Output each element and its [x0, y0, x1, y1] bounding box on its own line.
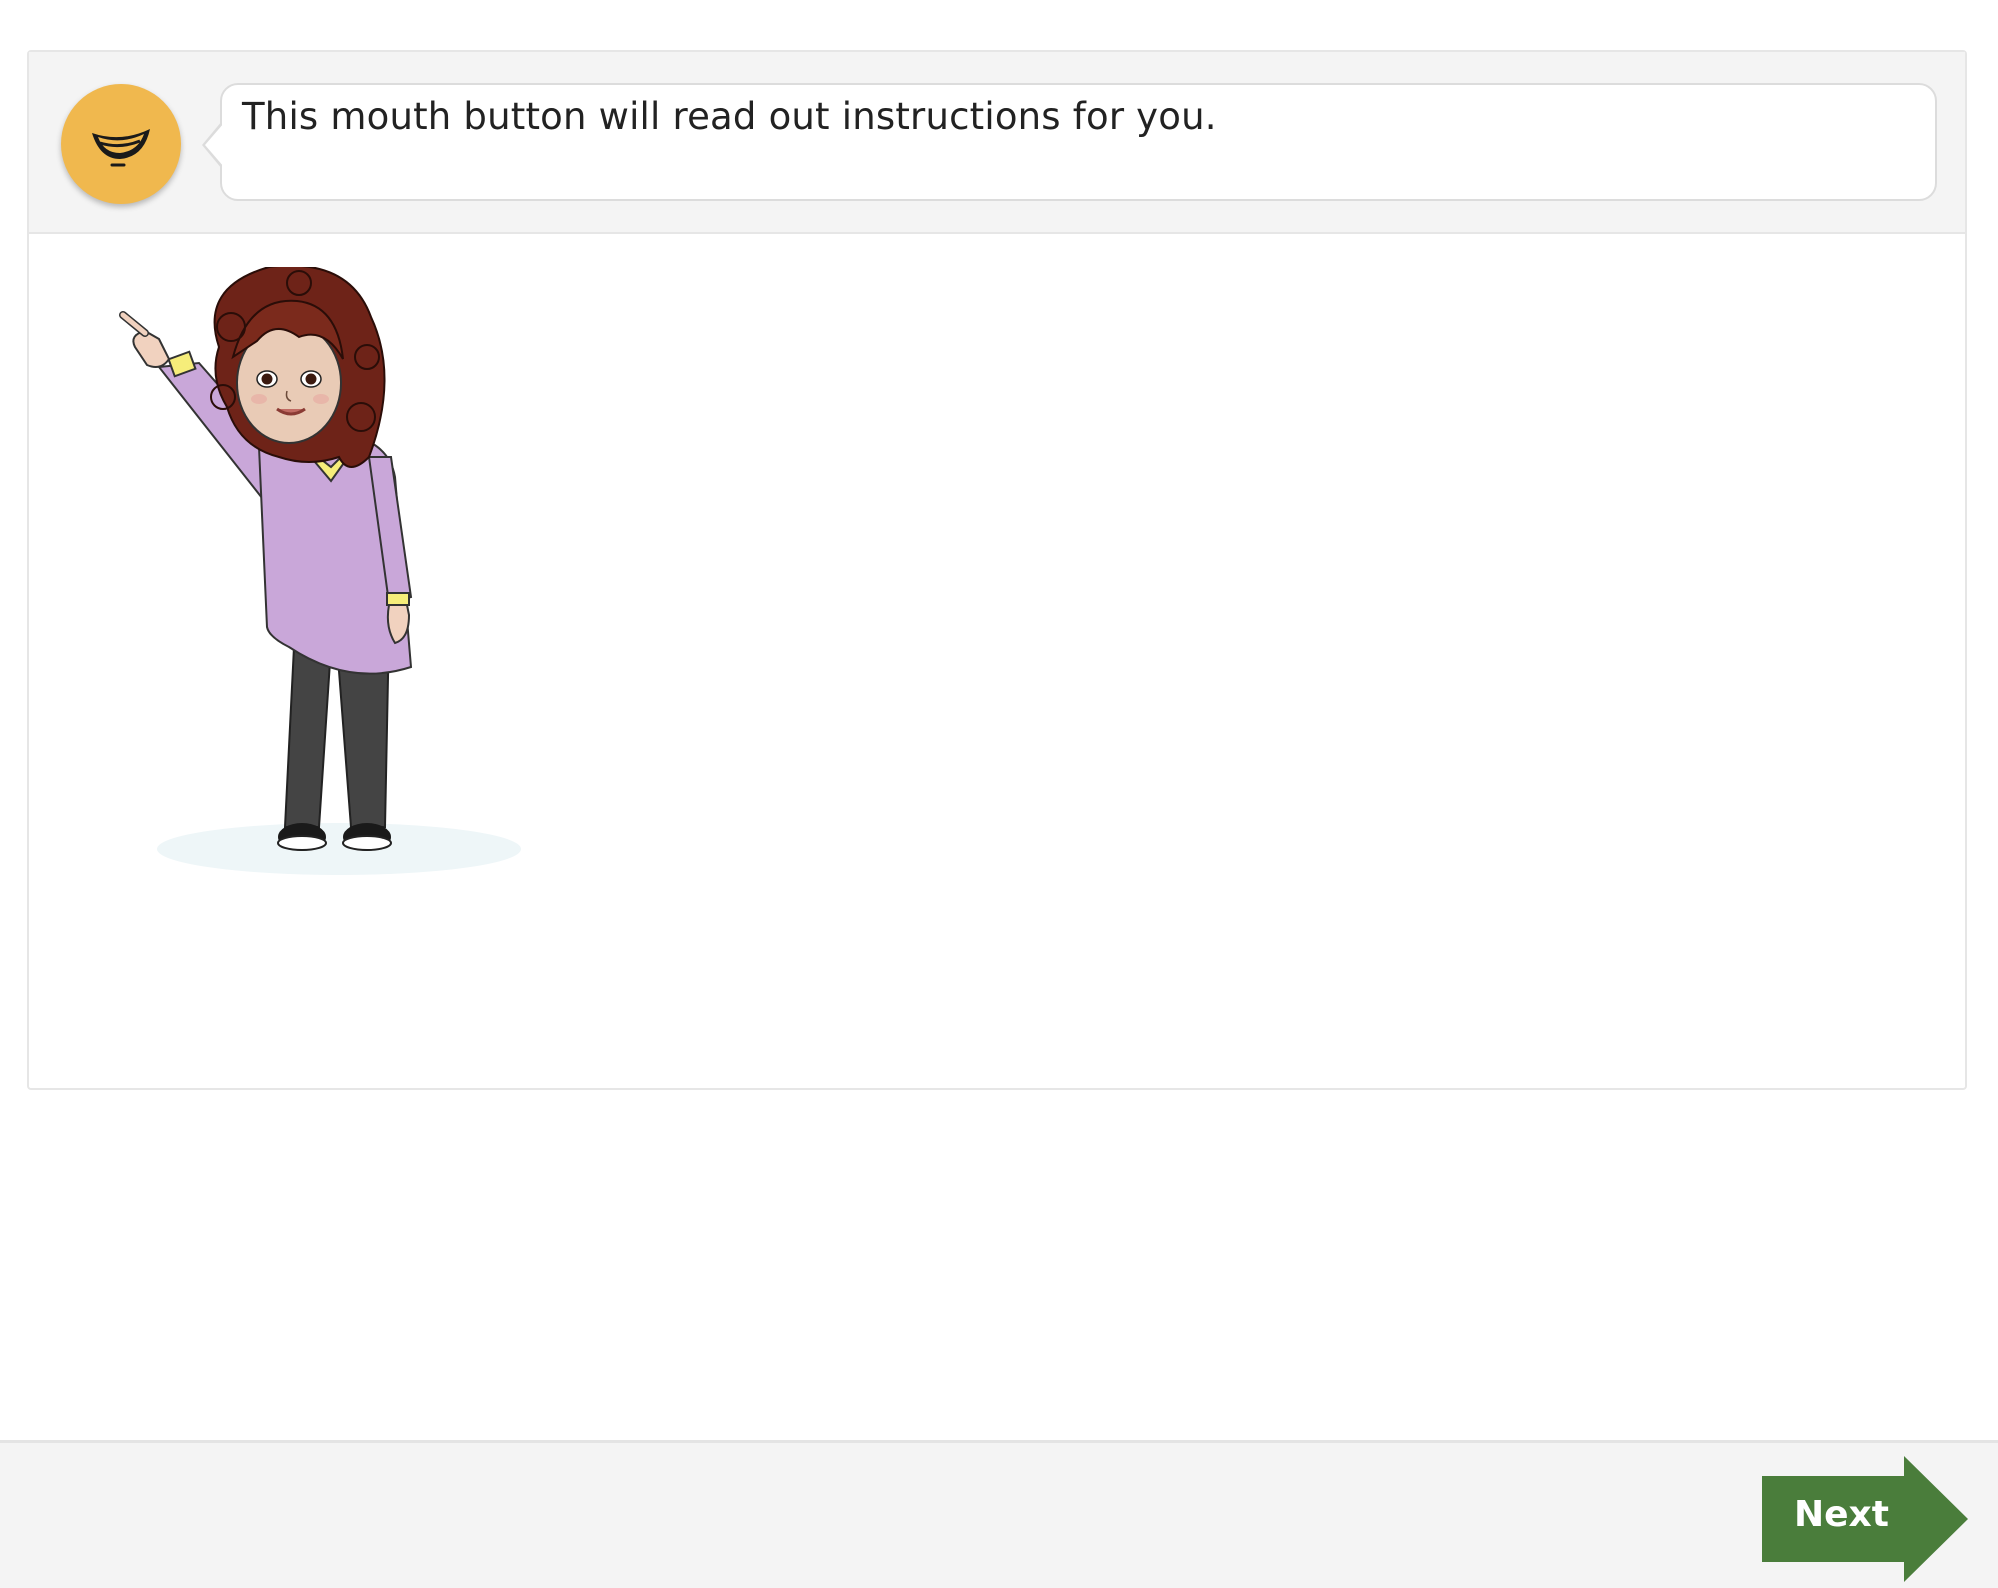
- next-button-label: Next: [1794, 1494, 1889, 1535]
- instruction-header: This mouth button will read out instruct…: [29, 52, 1965, 234]
- read-aloud-button[interactable]: [61, 84, 181, 204]
- mouth-icon: [92, 129, 150, 167]
- speech-bubble-tail-inner: [205, 123, 224, 167]
- instruction-text: This mouth button will read out instruct…: [242, 95, 1217, 138]
- instruction-card: This mouth button will read out instruct…: [27, 50, 1967, 1090]
- speech-bubble: This mouth button will read out instruct…: [202, 83, 1937, 201]
- girl-pointing-illustration: [119, 267, 521, 875]
- next-button[interactable]: Next: [1762, 1456, 1968, 1582]
- bottom-navigation-bar: Next: [0, 1440, 1998, 1588]
